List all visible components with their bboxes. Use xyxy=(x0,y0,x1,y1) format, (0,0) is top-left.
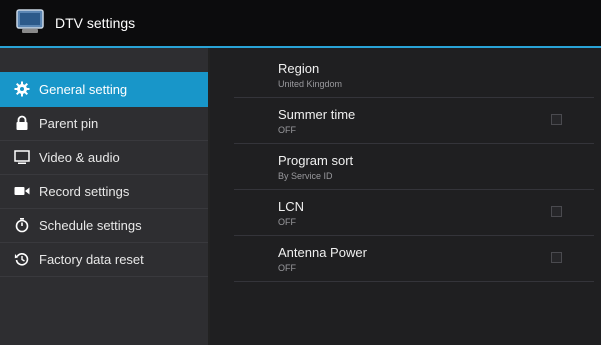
sidebar-item-label: General setting xyxy=(39,82,128,97)
page-title: DTV settings xyxy=(55,15,136,31)
setting-row-antenna-power[interactable]: Antenna Power OFF xyxy=(234,236,594,282)
sidebar-item-label: Record settings xyxy=(39,184,130,199)
setting-row-region[interactable]: Region United Kingdom xyxy=(234,52,594,98)
lock-icon xyxy=(16,115,28,130)
sidebar-item-general-setting[interactable]: General setting xyxy=(0,72,208,107)
sidebar-item-schedule-settings[interactable]: Schedule settings xyxy=(0,208,208,243)
sidebar-item-parent-pin[interactable]: Parent pin xyxy=(0,106,208,141)
video-camera-icon xyxy=(14,187,30,195)
settings-panel: Region United Kingdom Summer time OFF Pr… xyxy=(210,48,601,345)
sidebar-item-label: Factory data reset xyxy=(39,252,144,267)
setting-value: OFF xyxy=(278,263,296,273)
setting-row-program-sort[interactable]: Program sort By Service ID xyxy=(234,144,594,190)
sidebar-item-label: Parent pin xyxy=(39,116,99,131)
setting-title: Program sort xyxy=(278,153,354,168)
setting-row-summer-time[interactable]: Summer time OFF xyxy=(234,98,594,144)
sidebar: General setting Parent pin Video & audio… xyxy=(0,48,210,345)
setting-title: LCN xyxy=(278,199,305,214)
title-bar: DTV settings xyxy=(0,0,601,48)
antenna-power-checkbox[interactable] xyxy=(551,252,562,263)
sidebar-item-factory-data-reset[interactable]: Factory data reset xyxy=(0,242,208,277)
lcn-checkbox[interactable] xyxy=(551,206,562,217)
tv-icon xyxy=(16,9,44,33)
setting-row-lcn[interactable]: LCN OFF xyxy=(234,190,594,236)
sidebar-item-record-settings[interactable]: Record settings xyxy=(0,174,208,209)
sidebar-item-video-audio[interactable]: Video & audio xyxy=(0,140,208,175)
sidebar-item-label: Video & audio xyxy=(39,150,120,165)
monitor-icon xyxy=(14,150,30,164)
setting-value: OFF xyxy=(278,217,296,227)
setting-title: Antenna Power xyxy=(278,245,367,260)
setting-title: Region xyxy=(278,61,320,76)
setting-title: Summer time xyxy=(278,107,356,122)
setting-value: By Service ID xyxy=(278,171,333,181)
gear-icon xyxy=(14,81,30,97)
restore-icon xyxy=(14,252,29,266)
setting-value: OFF xyxy=(278,125,296,135)
sidebar-item-label: Schedule settings xyxy=(39,218,142,233)
summer-time-checkbox[interactable] xyxy=(551,114,562,125)
setting-value: United Kingdom xyxy=(278,79,343,89)
stopwatch-icon xyxy=(15,218,29,233)
